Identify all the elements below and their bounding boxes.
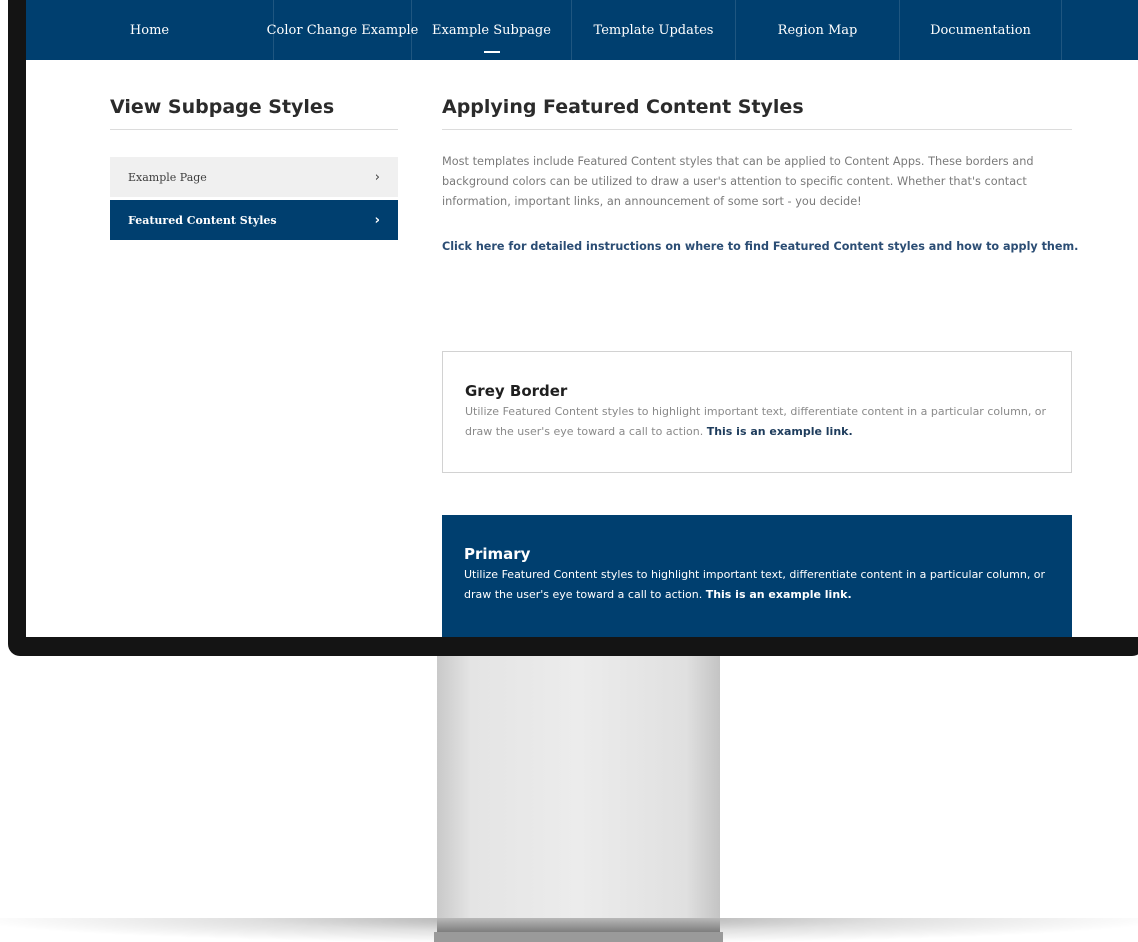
grey-border-card: Grey Border Utilize Featured Content sty…: [442, 351, 1072, 473]
sidebar-item-label: Featured Content Styles: [128, 213, 277, 227]
nav-item-home[interactable]: Home: [26, 0, 274, 60]
sidebar-title: View Subpage Styles: [110, 96, 398, 130]
chevron-right-icon: ›: [374, 212, 380, 228]
example-link[interactable]: This is an example link.: [707, 425, 853, 438]
stand-base: [437, 918, 720, 932]
sidebar-item-example-page[interactable]: Example Page ›: [110, 157, 398, 197]
instructions-link[interactable]: Click here for detailed instructions on …: [442, 240, 1078, 253]
sidebar-item-featured-content-styles[interactable]: Featured Content Styles ›: [110, 200, 398, 240]
monitor-stand: [437, 656, 720, 918]
primary-card: Primary Utilize Featured Content styles …: [442, 515, 1072, 637]
nav-item-example-subpage[interactable]: Example Subpage: [412, 0, 572, 60]
intro-paragraph: Most templates include Featured Content …: [442, 155, 1034, 208]
main-nav: Home Color Change Example Example Subpag…: [26, 0, 1138, 60]
browser-screen: Home Color Change Example Example Subpag…: [26, 0, 1138, 637]
card-title: Primary: [464, 545, 531, 563]
card-body: Utilize Featured Content styles to highl…: [465, 402, 1049, 442]
nav-item-template-updates[interactable]: Template Updates: [572, 0, 736, 60]
sidebar-item-label: Example Page: [128, 170, 207, 184]
card-body: Utilize Featured Content styles to highl…: [464, 565, 1050, 605]
nav-item-region-map[interactable]: Region Map: [736, 0, 900, 60]
nav-item-documentation[interactable]: Documentation: [900, 0, 1062, 60]
stand-foot: [434, 932, 723, 942]
nav-item-color-change-example[interactable]: Color Change Example: [267, 0, 418, 60]
sidebar-menu: Example Page › Featured Content Styles ›: [110, 157, 398, 243]
monitor-frame: Home Color Change Example Example Subpag…: [8, 0, 1138, 656]
chevron-right-icon: ›: [374, 169, 380, 185]
page-title: Applying Featured Content Styles: [442, 96, 1072, 130]
card-title: Grey Border: [465, 382, 568, 400]
example-link[interactable]: This is an example link.: [706, 588, 852, 601]
